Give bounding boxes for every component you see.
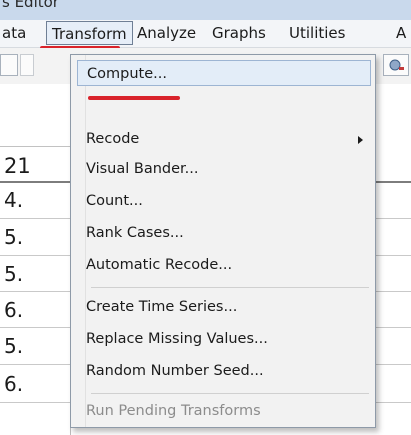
save-file-icon[interactable] [20, 54, 34, 76]
menu-item-automatic-recode[interactable]: Automatic Recode... [86, 257, 232, 273]
annotation-underline-compute [88, 96, 180, 100]
grid-cell[interactable]: 5. [4, 262, 23, 286]
menu-gutter [71, 55, 86, 427]
menu-add-ons[interactable]: A [396, 21, 406, 45]
submenu-arrow-icon [358, 136, 363, 144]
open-file-icon[interactable] [0, 54, 18, 76]
menu-transform[interactable]: Transform [46, 21, 133, 45]
menu-item-rank-cases[interactable]: Rank Cases... [86, 225, 184, 241]
menu-item-replace-missing-values[interactable]: Replace Missing Values... [86, 331, 268, 347]
menu-utilities[interactable]: Utilities [289, 21, 345, 45]
transform-dropdown-menu: Compute... Recode Visual Bander... Count… [70, 54, 376, 428]
menu-item-recode-label: Recode [86, 131, 140, 147]
tool-icon[interactable] [383, 54, 409, 76]
menu-item-visual-bander[interactable]: Visual Bander... [86, 161, 199, 177]
menu-item-recode[interactable]: Recode [86, 131, 139, 147]
menu-analyze[interactable]: Analyze [137, 21, 196, 45]
grid-cell[interactable]: 4. [4, 188, 23, 212]
window-title: s Editor [2, 0, 59, 11]
column-header: 21 [4, 154, 31, 178]
menu-graphs[interactable]: Graphs [212, 21, 266, 45]
grid-cell[interactable]: 5. [4, 334, 23, 358]
menu-item-count[interactable]: Count... [86, 193, 143, 209]
menu-bar: ata Transform Analyze Graphs Utilities A [0, 20, 411, 48]
grid-cell[interactable]: 6. [4, 298, 23, 322]
menu-item-run-pending-transforms: Run Pending Transforms [86, 403, 261, 419]
menu-item-random-number-seed[interactable]: Random Number Seed... [86, 363, 264, 379]
grid-header-line [0, 146, 70, 147]
menu-separator [91, 393, 369, 394]
menu-item-create-time-series[interactable]: Create Time Series... [86, 299, 237, 315]
title-bar: s Editor [0, 0, 411, 20]
menu-data[interactable]: ata [2, 21, 26, 45]
menu-item-compute[interactable]: Compute... [77, 60, 371, 86]
menu-separator [91, 287, 369, 288]
grid-cell[interactable]: 6. [4, 372, 23, 396]
tool-glyph-icon [389, 59, 404, 71]
grid-cell[interactable]: 5. [4, 225, 23, 249]
